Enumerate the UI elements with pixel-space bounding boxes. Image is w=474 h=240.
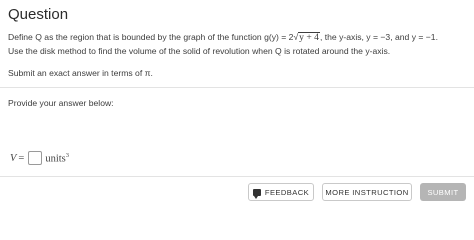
divider-bottom — [0, 176, 474, 177]
units-label: units3 — [45, 151, 70, 165]
answer-variable: V — [10, 152, 17, 164]
question-line-1: Define Q as the region that is bounded b… — [8, 32, 438, 43]
question-line-1-prefix: Define Q as the region that is bounded b… — [8, 32, 294, 42]
divider — [0, 87, 474, 88]
submit-button[interactable]: SUBMIT — [420, 183, 466, 201]
more-instruction-label: MORE INSTRUCTION — [325, 187, 409, 197]
answer-prompt: Provide your answer below: — [8, 98, 114, 108]
sqrt-expression: √y + 4 — [293, 32, 320, 43]
sqrt-radicand: y + 4 — [298, 32, 320, 43]
feedback-label: FEEDBACK — [264, 187, 310, 197]
answer-input[interactable] — [28, 151, 43, 165]
feedback-button[interactable]: FEEDBACK — [248, 183, 314, 201]
submit-label: SUBMIT — [427, 187, 459, 197]
more-instruction-button[interactable]: MORE INSTRUCTION — [322, 183, 412, 201]
question-line-1-suffix: , the y-axis, y = −3, and y = −1. — [319, 32, 438, 42]
page-title: Question — [8, 6, 69, 23]
feedback-icon — [252, 188, 261, 199]
question-line-2: Use the disk method to find the volume o… — [8, 46, 391, 56]
question-line-3: Submit an exact answer in terms of π. — [8, 68, 153, 78]
equals-sign: = — [18, 152, 25, 164]
answer-row: V = units3 — [10, 150, 69, 166]
